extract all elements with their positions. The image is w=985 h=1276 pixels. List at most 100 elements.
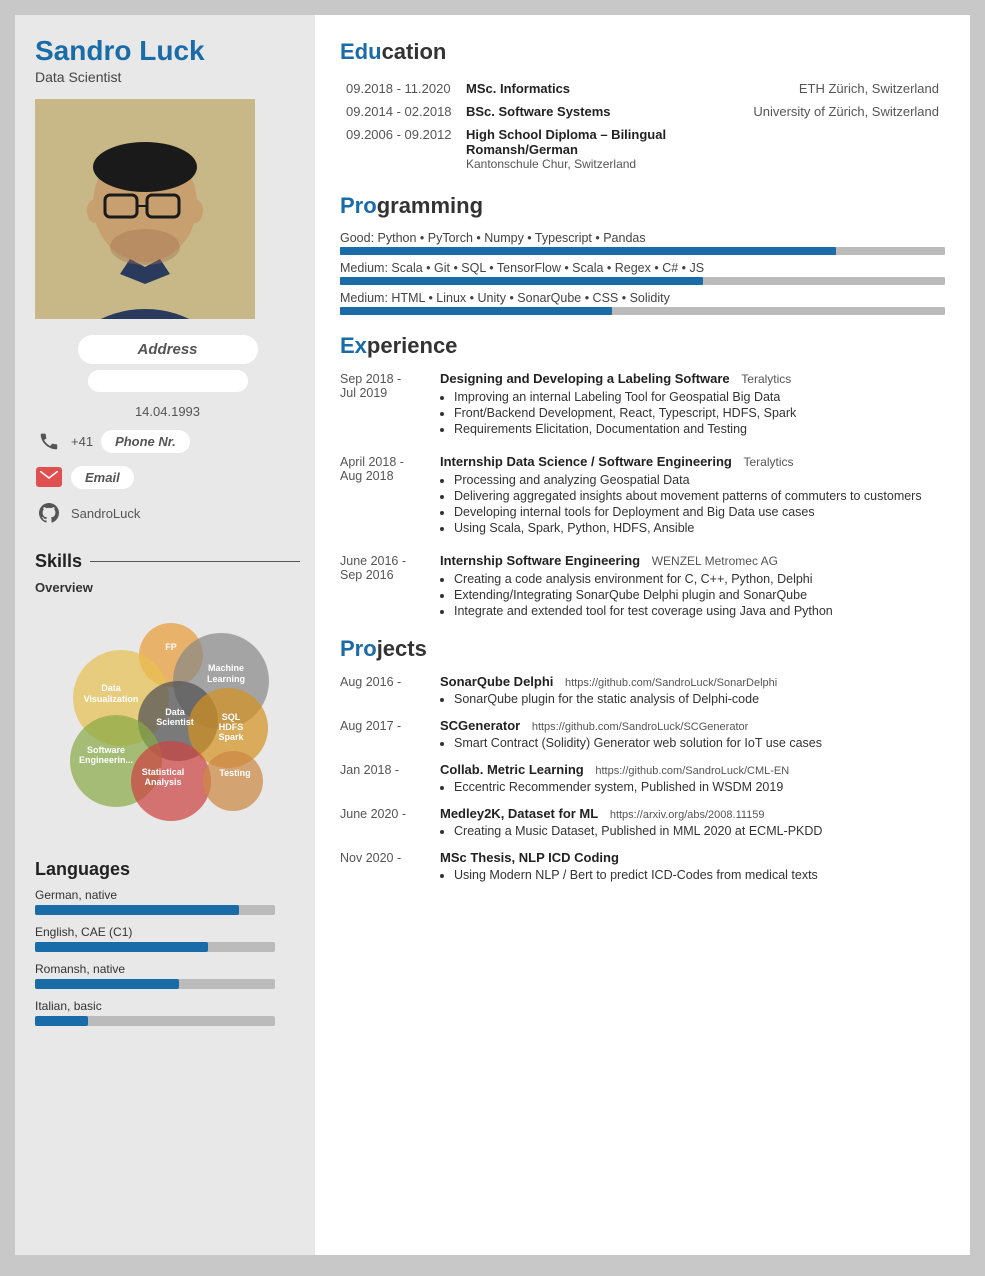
phone-prefix: +41 <box>71 434 93 449</box>
edu-school: University of Zürich, Switzerland <box>747 100 945 123</box>
proj-bullets: Creating a Music Dataset, Published in M… <box>440 824 945 838</box>
proj-date: June 2020 - <box>340 806 430 838</box>
exp-title: Internship Data Science / Software Engin… <box>440 454 732 469</box>
photo <box>35 99 255 319</box>
projects-heading-rest: jects <box>377 636 427 661</box>
edu-date: 09.2006 - 09.2012 <box>340 123 460 175</box>
proj-content: SCGenerator https://github.com/SandroLuc… <box>440 718 945 750</box>
edu-degree-cell: BSc. Software Systems <box>460 100 747 123</box>
education-row: 09.2014 - 02.2018 BSc. Software Systems … <box>340 100 945 123</box>
proj-bullets: Smart Contract (Solidity) Generator web … <box>440 736 945 750</box>
programming-heading: Programming <box>340 193 945 219</box>
proj-bullet: Creating a Music Dataset, Published in M… <box>454 824 945 838</box>
proj-bullet: Eccentric Recommender system, Published … <box>454 780 945 794</box>
proj-date: Aug 2016 - <box>340 674 430 706</box>
language-bar-fill <box>35 942 208 952</box>
projects-heading-accent: Pro <box>340 636 377 661</box>
education-row: 09.2018 - 11.2020 MSc. Informatics ETH Z… <box>340 77 945 100</box>
edu-date: 09.2014 - 02.2018 <box>340 100 460 123</box>
resume-container: Sandro Luck Data Scientist <box>15 15 970 1255</box>
github-contact: SandroLuck <box>35 499 300 527</box>
proj-url: https://arxiv.org/abs/2008.11159 <box>610 809 765 821</box>
languages-list: German, native English, CAE (C1) Romansh… <box>35 888 300 1036</box>
language-bar-bg <box>35 905 275 915</box>
proj-title: MSc Thesis, NLP ICD Coding <box>440 850 619 865</box>
svg-text:Data: Data <box>165 707 186 717</box>
candidate-name: Sandro Luck <box>35 35 300 67</box>
prog-bar-bg <box>340 247 945 255</box>
proj-bullet: Smart Contract (Solidity) Generator web … <box>454 736 945 750</box>
prog-bar-bg <box>340 307 945 315</box>
proj-bullets: Eccentric Recommender system, Published … <box>440 780 945 794</box>
prog-label: Medium: Scala • Git • SQL • TensorFlow •… <box>340 261 945 275</box>
exp-bullet: Processing and analyzing Geospatial Data <box>454 473 945 487</box>
github-icon <box>35 499 63 527</box>
photo-svg <box>35 99 255 319</box>
language-bar-fill <box>35 905 239 915</box>
programming-row: Medium: Scala • Git • SQL • TensorFlow •… <box>340 261 945 285</box>
exp-bullet: Improving an internal Labeling Tool for … <box>454 390 945 404</box>
project-entry: Nov 2020 - MSc Thesis, NLP ICD Coding Us… <box>340 850 945 882</box>
candidate-title: Data Scientist <box>35 69 300 85</box>
edu-sub: Kantonschule Chur, Switzerland <box>466 157 741 171</box>
exp-content: Internship Data Science / Software Engin… <box>440 454 945 537</box>
exp-date: June 2016 -Sep 2016 <box>340 553 430 620</box>
proj-content: Collab. Metric Learning https://github.c… <box>440 762 945 794</box>
address-label: Address <box>78 335 258 364</box>
edu-degree: High School Diploma – Bilingual Romansh/… <box>466 127 741 157</box>
prog-bar-bg <box>340 277 945 285</box>
venn-diagram: FP Machine Learning Data Visualization D… <box>43 603 293 833</box>
experience-entry: June 2016 -Sep 2016 Internship Software … <box>340 553 945 620</box>
proj-url: https://github.com/SandroLuck/CML-EN <box>595 765 789 777</box>
address-value <box>88 370 248 392</box>
prog-label: Good: Python • PyTorch • Numpy • Typescr… <box>340 231 945 245</box>
language-item: Romansh, native <box>35 962 300 989</box>
language-name: Italian, basic <box>35 999 300 1013</box>
svg-text:Statistical: Statistical <box>141 767 184 777</box>
svg-text:Spark: Spark <box>218 732 244 742</box>
projects-heading: Projects <box>340 636 945 662</box>
exp-bullet: Extending/Integrating SonarQube Delphi p… <box>454 588 945 602</box>
education-table: 09.2018 - 11.2020 MSc. Informatics ETH Z… <box>340 77 945 175</box>
exp-title: Designing and Developing a Labeling Soft… <box>440 371 730 386</box>
programming-row: Good: Python • PyTorch • Numpy • Typescr… <box>340 231 945 255</box>
proj-bullets: Using Modern NLP / Bert to predict ICD-C… <box>440 868 945 882</box>
proj-bullet: SonarQube plugin for the static analysis… <box>454 692 945 706</box>
venn-svg: FP Machine Learning Data Visualization D… <box>43 603 293 833</box>
proj-url: https://github.com/SandroLuck/SCGenerato… <box>532 721 748 733</box>
svg-text:Machine: Machine <box>207 663 243 673</box>
exp-bullet: Creating a code analysis environment for… <box>454 572 945 586</box>
proj-bullets: SonarQube plugin for the static analysis… <box>440 692 945 706</box>
skills-title: Skills <box>35 551 82 572</box>
email-contact: Email <box>35 463 300 491</box>
svg-text:HDFS: HDFS <box>218 722 243 732</box>
programming-heading-rest: gramming <box>377 193 483 218</box>
left-panel: Sandro Luck Data Scientist <box>15 15 315 1255</box>
exp-company: Teralytics <box>743 455 793 469</box>
edu-school: ETH Zürich, Switzerland <box>747 77 945 100</box>
exp-bullets: Creating a code analysis environment for… <box>440 572 945 618</box>
languages-title: Languages <box>35 859 130 880</box>
svg-text:Learning: Learning <box>206 674 244 684</box>
edu-degree-cell: MSc. Informatics <box>460 77 747 100</box>
language-bar-bg <box>35 1016 275 1026</box>
proj-content: MSc Thesis, NLP ICD Coding Using Modern … <box>440 850 945 882</box>
education-row: 09.2006 - 09.2012 High School Diploma – … <box>340 123 945 175</box>
proj-date: Jan 2018 - <box>340 762 430 794</box>
svg-text:Testing: Testing <box>219 768 250 778</box>
proj-title: SCGenerator <box>440 718 520 733</box>
language-name: English, CAE (C1) <box>35 925 300 939</box>
language-item: German, native <box>35 888 300 915</box>
exp-bullets: Improving an internal Labeling Tool for … <box>440 390 945 436</box>
proj-content: Medley2K, Dataset for ML https://arxiv.o… <box>440 806 945 838</box>
svg-text:Data: Data <box>101 683 122 693</box>
exp-bullet: Using Scala, Spark, Python, HDFS, Ansibl… <box>454 521 945 535</box>
language-name: Romansh, native <box>35 962 300 976</box>
projects-list: Aug 2016 - SonarQube Delphi https://gith… <box>340 674 945 882</box>
language-item: English, CAE (C1) <box>35 925 300 952</box>
programming-list: Good: Python • PyTorch • Numpy • Typescr… <box>340 231 945 315</box>
exp-content: Internship Software Engineering WENZEL M… <box>440 553 945 620</box>
edu-degree: BSc. Software Systems <box>466 104 611 119</box>
edu-school <box>747 123 945 175</box>
language-item: Italian, basic <box>35 999 300 1026</box>
